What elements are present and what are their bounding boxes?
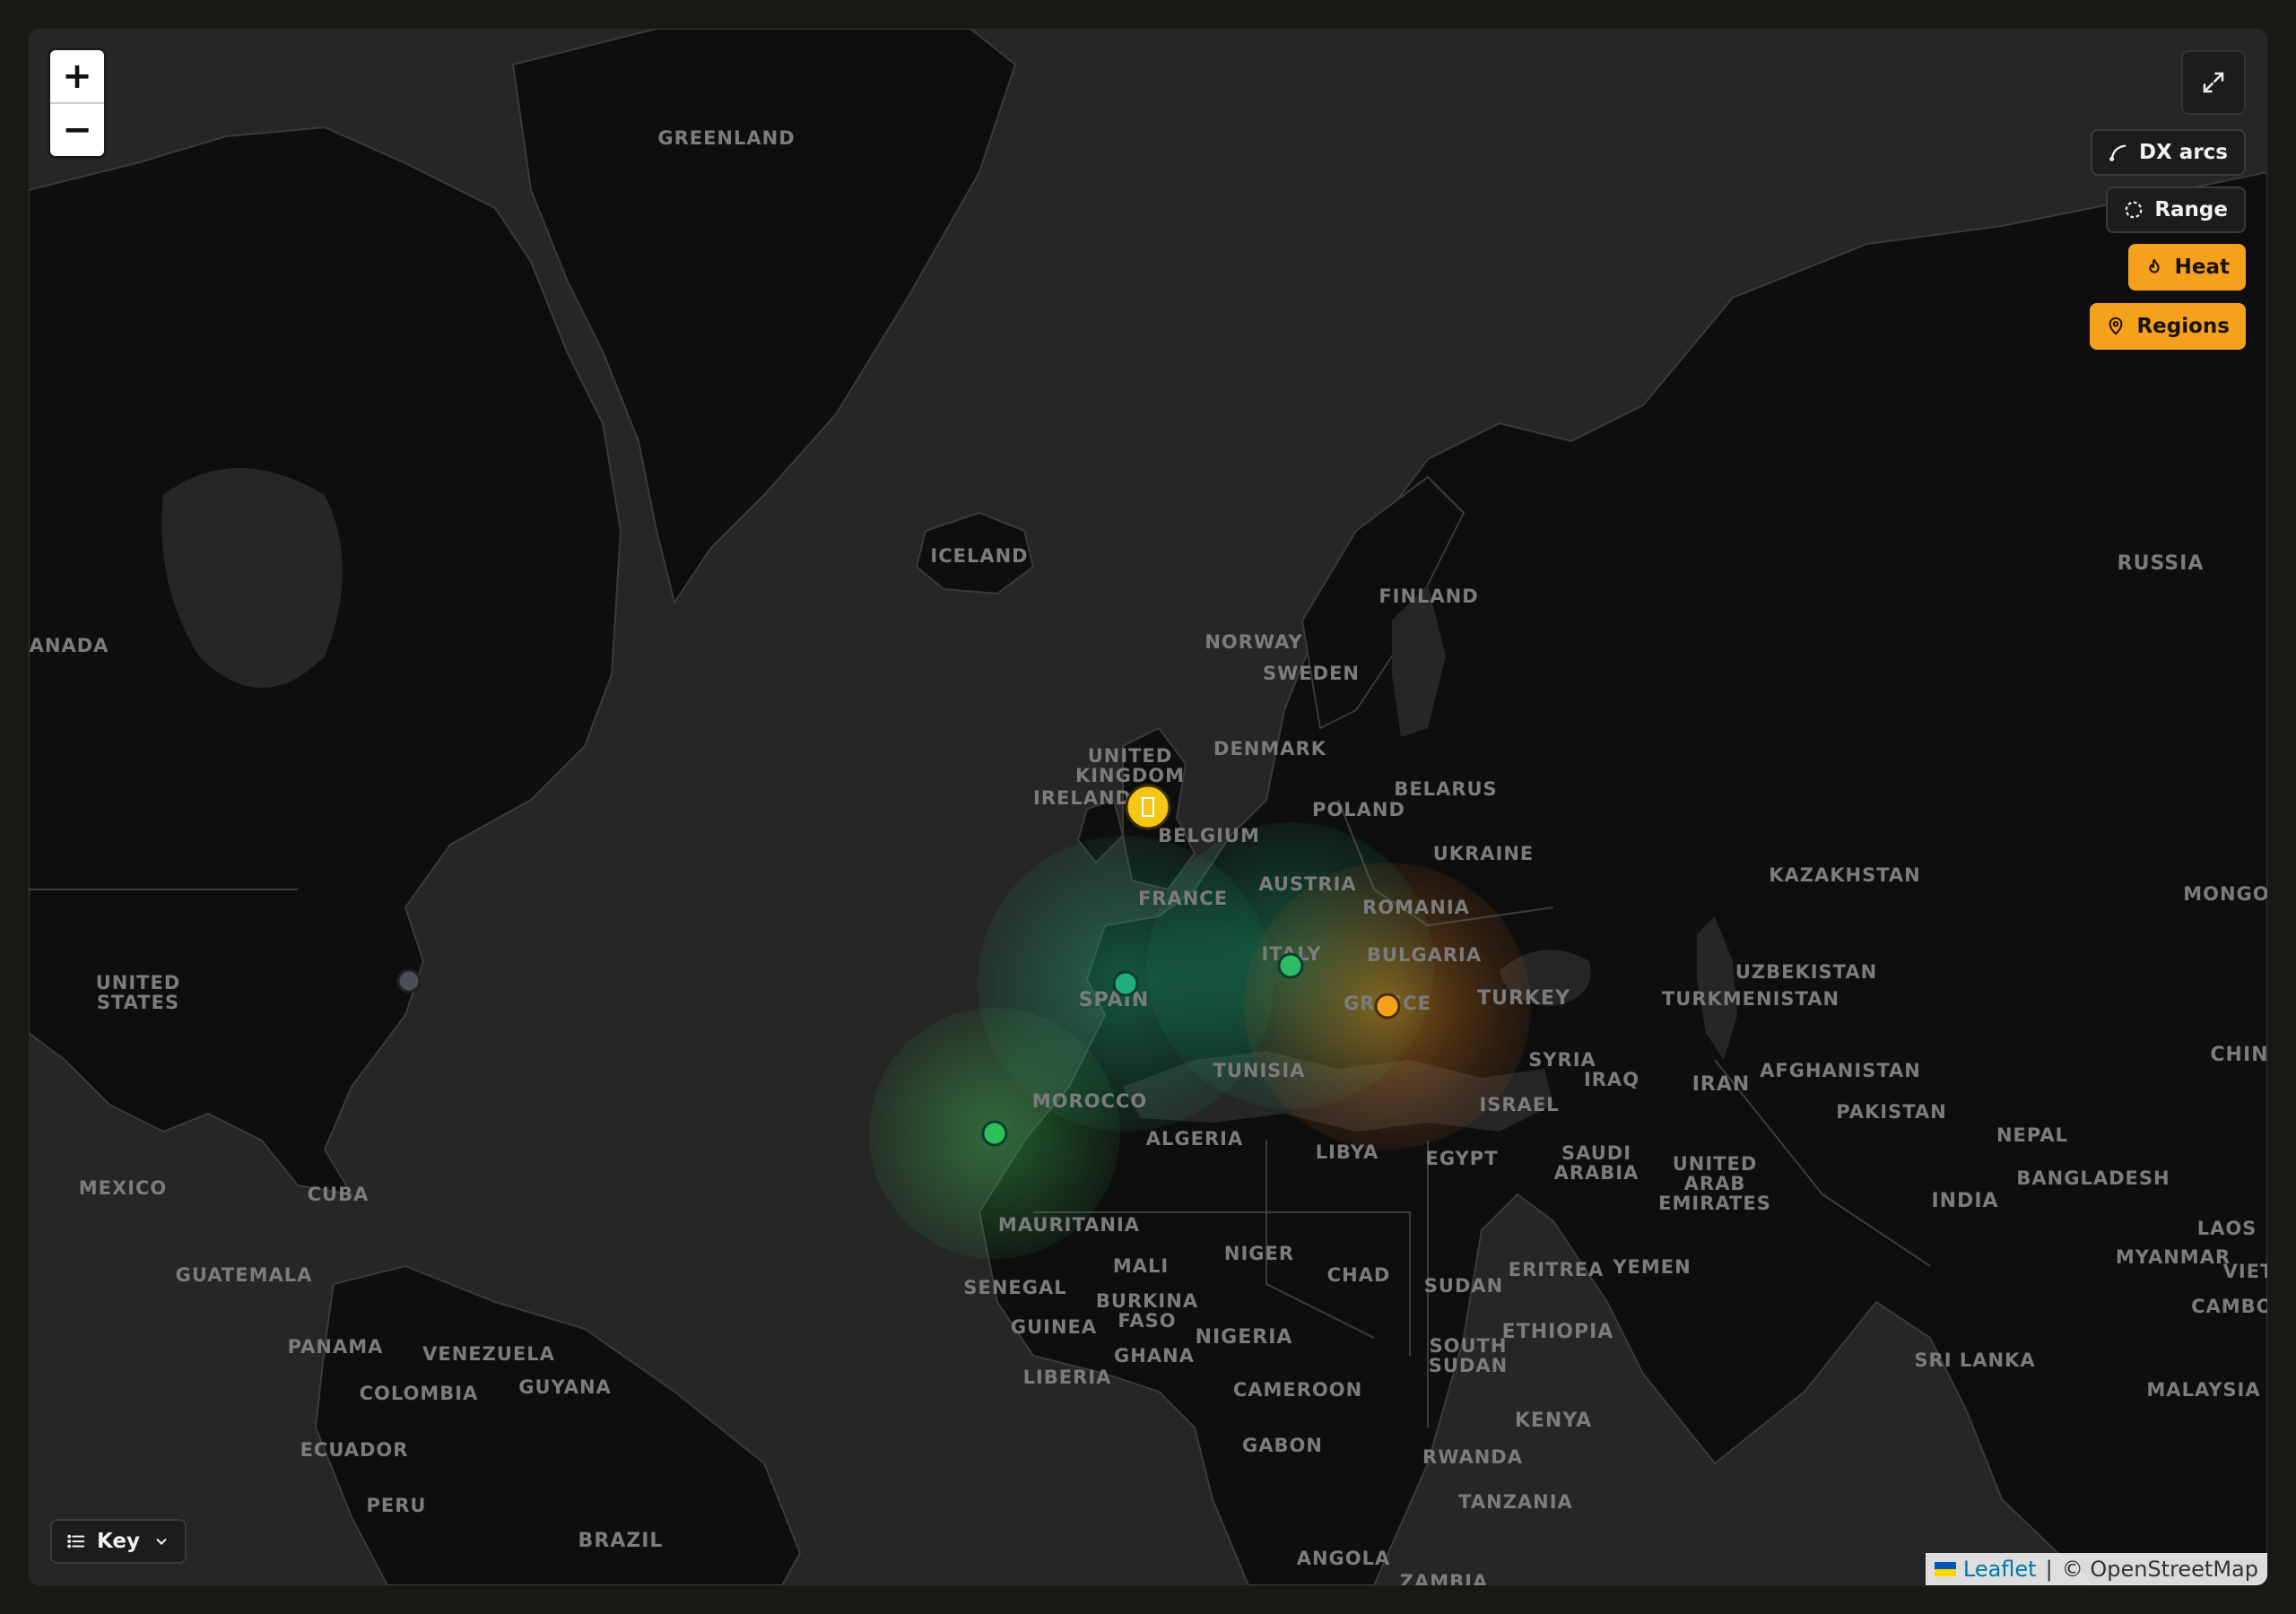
key-dropdown[interactable]: Key [50, 1519, 187, 1564]
fullscreen-button[interactable] [2181, 50, 2246, 115]
regions-toggle[interactable]: Regions [2090, 303, 2246, 350]
map-pin-icon [2109, 317, 2123, 335]
heat-label: Heat [2174, 256, 2230, 279]
marker-home-station[interactable] [1125, 784, 1171, 830]
dx-arcs-toggle[interactable]: DX arcs [2090, 129, 2246, 176]
zoom-out-button[interactable]: − [50, 104, 104, 156]
expand-icon [2203, 72, 2224, 93]
marker-spot-italy[interactable] [1277, 952, 1304, 979]
heat-toggle[interactable]: Heat [2127, 244, 2246, 291]
leaflet-link[interactable]: Leaflet [1963, 1557, 2037, 1582]
range-circle-icon [2125, 201, 2143, 219]
list-icon [67, 1534, 85, 1549]
osm-attribution[interactable]: © OpenStreetMap [2062, 1557, 2258, 1582]
marker-spot-us-east[interactable] [396, 968, 422, 994]
attribution-separator: | [2045, 1557, 2053, 1582]
key-label: Key [97, 1530, 141, 1553]
ukraine-flag-icon [1934, 1562, 1956, 1576]
regions-label: Regions [2136, 315, 2230, 338]
zoom-in-button[interactable]: + [50, 50, 104, 104]
marker-spot-greece[interactable] [1374, 993, 1401, 1020]
marker-spot-spain[interactable] [1112, 970, 1139, 997]
map-container[interactable]: GREENLAND ICELAND ANADA UNITED STATES ME… [29, 29, 2267, 1585]
map-attribution: Leaflet | © OpenStreetMap [1925, 1553, 2267, 1585]
marker-spot-west-africa[interactable] [981, 1120, 1008, 1147]
flame-icon [2149, 258, 2160, 273]
range-toggle[interactable]: Range [2106, 187, 2246, 233]
dx-arcs-label: DX arcs [2138, 141, 2228, 164]
range-label: Range [2154, 198, 2228, 221]
arc-icon [2109, 144, 2126, 161]
zoom-control: + − [50, 50, 104, 156]
chevron-down-icon [156, 1538, 167, 1545]
